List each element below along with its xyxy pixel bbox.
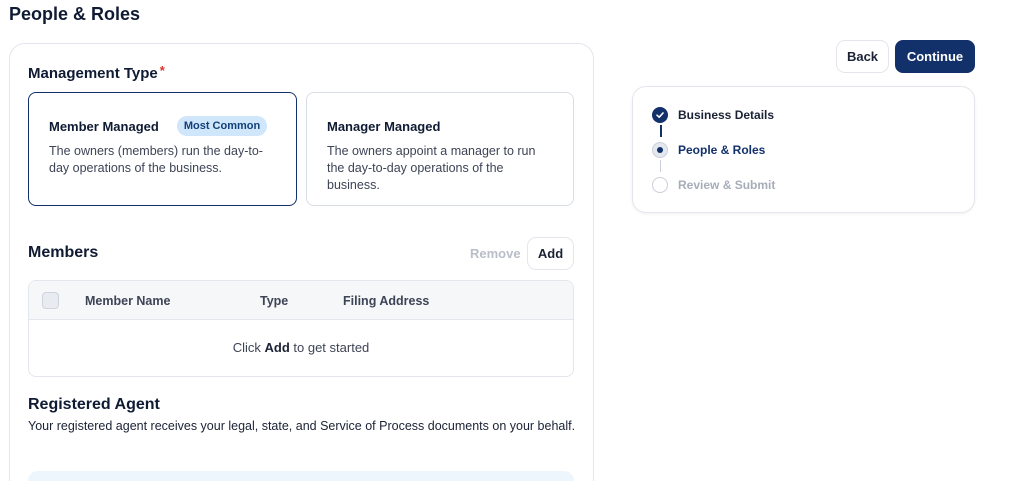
back-button[interactable]: Back [836,40,889,73]
step-connector [659,160,662,172]
page-title: People & Roles [9,4,141,24]
column-type[interactable]: Type [260,294,288,308]
table-header: Member Name Type Filing Address [29,281,573,320]
most-common-badge: Most Common [176,116,268,136]
current-step-icon [652,142,668,158]
registered-agent-title: Registered Agent [28,396,160,413]
option-member-managed[interactable]: Member Managed Most Common The owners (m… [28,92,297,206]
option-title: Member Managed [49,118,159,134]
option-description: The owners (members) run the day-to-day … [49,144,263,175]
step-people-roles[interactable]: People & Roles [652,142,765,158]
management-type-text: Management Type [28,65,158,82]
registered-agent-panel [28,471,574,481]
step-review-submit[interactable]: Review & Submit [652,177,775,193]
step-connector [659,125,662,137]
empty-suffix: to get started [289,340,370,355]
required-mark: * [159,63,165,78]
select-all-checkbox[interactable] [42,292,59,309]
remove-button[interactable]: Remove [470,246,521,261]
column-filing-address[interactable]: Filing Address [343,294,429,308]
progress-stepper: Business Details People & Roles Review &… [632,86,975,213]
step-label: Business Details [678,108,775,122]
option-description: The owners appoint a manager to run the … [327,144,536,192]
empty-state-message: Click Add to get started [29,340,573,355]
registered-agent-description: Your registered agent receives your lega… [28,419,576,433]
step-business-details[interactable]: Business Details [652,107,774,123]
pending-step-icon [652,177,668,193]
step-label: Review & Submit [678,178,776,192]
empty-add-word: Add [264,340,290,355]
column-member-name[interactable]: Member Name [85,294,170,308]
option-title: Manager Managed [327,118,441,134]
members-table: Member Name Type Filing Address Click Ad… [28,280,574,377]
continue-button[interactable]: Continue [895,40,975,73]
members-title: Members [28,244,99,261]
check-icon [652,107,668,123]
step-label: People & Roles [678,143,766,157]
empty-prefix: Click [232,340,265,355]
option-manager-managed[interactable]: Manager Managed The owners appoint a man… [306,92,574,206]
management-type-label: Management Type * [28,63,165,82]
add-member-button[interactable]: Add [527,237,574,270]
